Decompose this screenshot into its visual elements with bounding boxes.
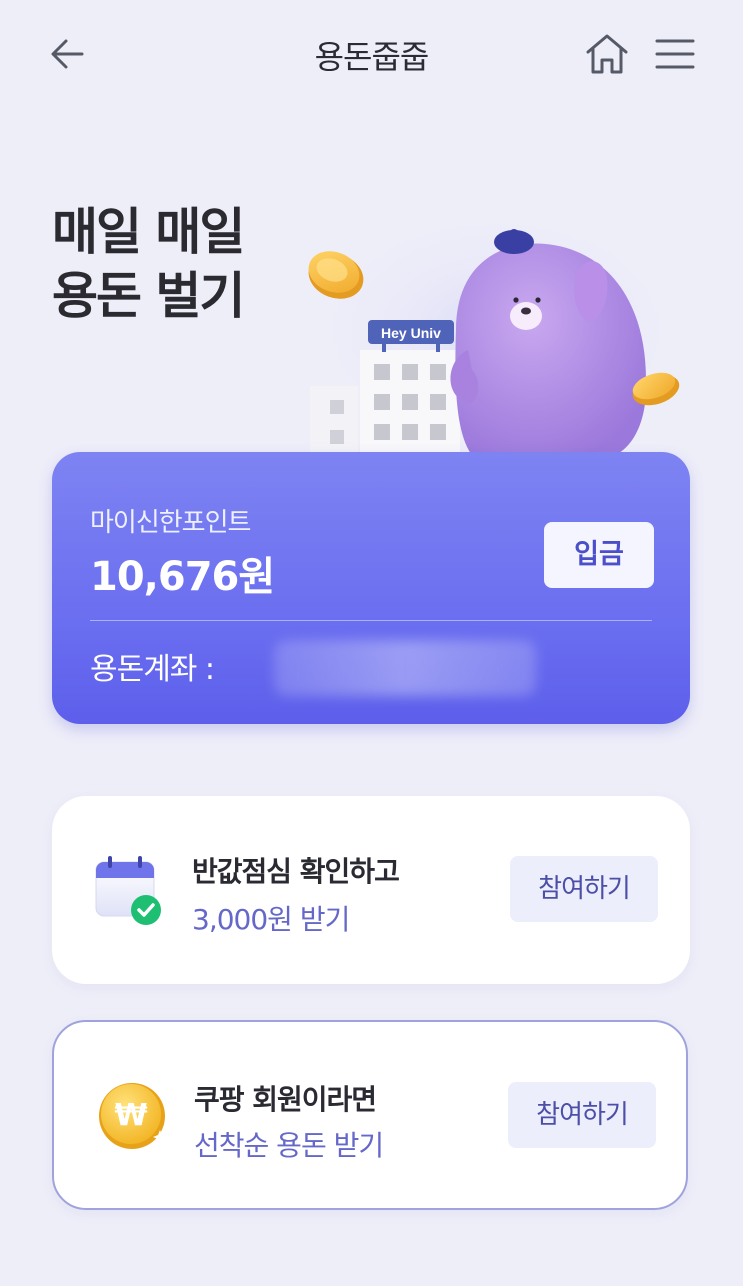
headline-line-1: 매일 매일 — [52, 203, 245, 261]
menu-button[interactable] — [654, 34, 696, 74]
hero-illustration: Hey Univ — [296, 200, 696, 466]
home-button[interactable] — [584, 32, 630, 76]
building-small — [310, 386, 358, 466]
top-header: 용돈줍줍 — [0, 0, 743, 110]
point-balance: 10,676원 — [90, 554, 275, 600]
account-label: 용돈계좌 : — [90, 652, 215, 687]
mission-subtitle: 3,000원 받기 — [192, 903, 350, 936]
join-button[interactable]: 참여하기 — [508, 1082, 656, 1148]
mission-subtitle: 선착순 용돈 받기 — [194, 1129, 384, 1162]
mission-title: 쿠팡 회원이라면 — [194, 1083, 377, 1116]
sign-text: Hey Univ — [381, 325, 441, 341]
card-divider — [90, 620, 652, 621]
deposit-button[interactable]: 입금 — [544, 522, 654, 588]
mission-title: 반값점심 확인하고 — [192, 855, 400, 888]
home-icon — [586, 34, 628, 74]
page-title: 용돈줍줍 — [314, 38, 430, 76]
mission-card-lunch: 반값점심 확인하고 3,000원 받기 참여하기 — [52, 796, 690, 984]
join-button[interactable]: 참여하기 — [510, 856, 658, 922]
hamburger-menu-icon — [655, 39, 695, 69]
point-card: 마이신한포인트 10,676원 입금 용돈계좌 : — [52, 452, 690, 724]
mission-card-coupang: ₩ 쿠팡 회원이라면 선착순 용돈 받기 참여하기 — [52, 1020, 688, 1210]
won-coin-icon: ₩ — [98, 1080, 174, 1156]
svg-text:₩: ₩ — [114, 1098, 147, 1133]
account-number-blurred — [274, 640, 536, 696]
calendar-check-icon — [92, 852, 168, 928]
building-main: Hey Univ — [360, 320, 460, 460]
headline-line-2: 용돈 벌기 — [52, 267, 245, 325]
point-label: 마이신한포인트 — [90, 508, 251, 538]
hero-headline: 매일 매일 용돈 벌기 — [52, 200, 245, 328]
